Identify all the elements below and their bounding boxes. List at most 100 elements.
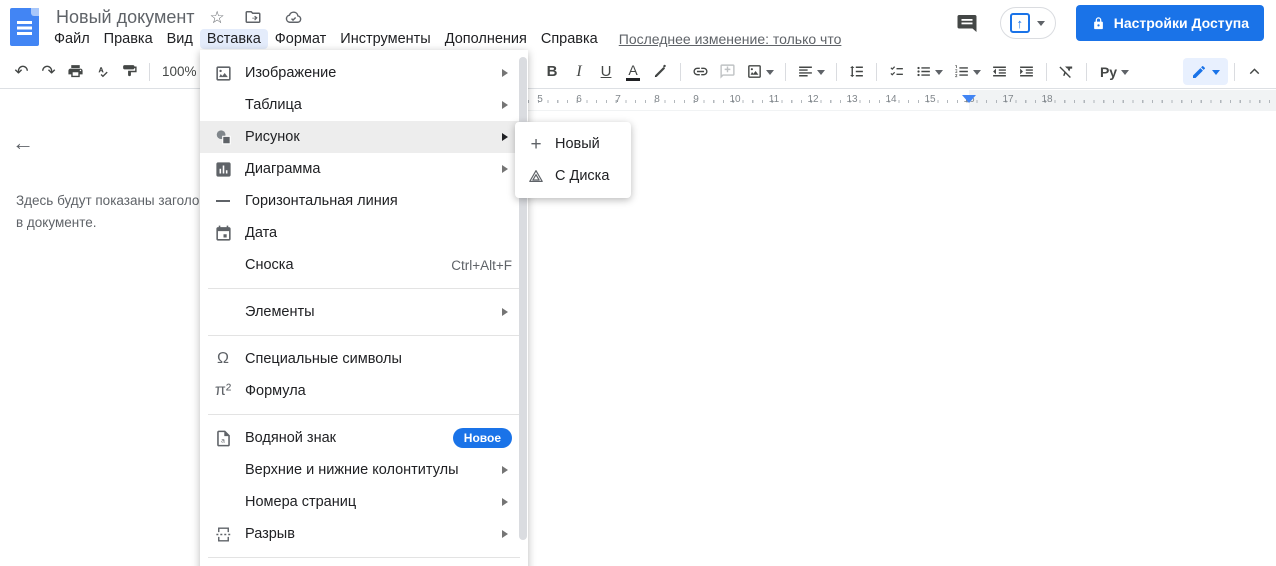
menu-item-drawing[interactable]: Рисунок <box>200 121 528 153</box>
menu-insert[interactable]: Вставка <box>199 29 268 49</box>
insert-image-icon[interactable] <box>741 59 779 85</box>
italic-button[interactable]: I <box>566 59 593 85</box>
checklist-icon[interactable] <box>883 59 910 85</box>
menu-tools[interactable]: Инструменты <box>333 29 437 49</box>
ruler-number: 14 <box>885 94 897 105</box>
omega-icon: Ω <box>217 350 229 367</box>
divider <box>149 62 150 81</box>
paint-format-icon[interactable] <box>116 59 143 85</box>
drawing-submenu: + Новый С Диска <box>515 122 631 198</box>
present-button[interactable]: ↑ <box>999 7 1056 39</box>
menu-item-chart[interactable]: Диаграмма <box>200 153 528 185</box>
menu-item-headers-footers[interactable]: Верхние и нижние колонтитулы <box>200 454 528 486</box>
new-badge: Новое <box>452 428 512 448</box>
ruler-number: 15 <box>924 94 936 105</box>
chevron-down-icon <box>816 69 825 79</box>
menu-item-horizontal-line[interactable]: Горизонтальная линия <box>200 185 528 217</box>
align-button[interactable] <box>792 59 830 85</box>
text-color-button[interactable]: A <box>620 59 647 85</box>
line-spacing-icon[interactable] <box>843 59 870 85</box>
menu-item-label: Изображение <box>245 65 337 81</box>
menu-separator <box>208 414 520 415</box>
menu-item-special-characters[interactable]: Ω Специальные символы <box>200 343 528 375</box>
menu-item-label: Сноска <box>245 257 294 273</box>
editing-mode-button[interactable] <box>1183 58 1228 85</box>
submenu-arrow-icon <box>502 165 512 173</box>
menu-item-label: Элементы <box>245 304 315 320</box>
move-to-folder-icon[interactable] <box>240 4 266 30</box>
spellcheck-icon[interactable] <box>89 59 116 85</box>
highlight-color-icon[interactable] <box>647 59 674 85</box>
submenu-arrow-icon <box>502 530 512 538</box>
header-right: ↑ Настройки Доступа <box>954 0 1264 46</box>
menu-format[interactable]: Формат <box>268 29 334 49</box>
menu-item-table[interactable]: Таблица <box>200 89 528 121</box>
insert-link-icon[interactable] <box>687 59 714 85</box>
decrease-indent-icon[interactable] <box>986 59 1013 85</box>
menu-item-date[interactable]: Дата <box>200 217 528 249</box>
chevron-down-icon <box>1121 69 1130 79</box>
image-icon <box>212 62 234 84</box>
ruler[interactable]: 5 6 7 8 9 10 11 12 13 14 15 16 17 18 <box>528 90 1276 111</box>
menu-view[interactable]: Вид <box>160 29 200 49</box>
bold-button[interactable]: B <box>539 59 566 85</box>
ruler-number: 11 <box>768 94 780 105</box>
docs-logo[interactable] <box>10 8 39 46</box>
divider <box>835 62 837 81</box>
menu-file[interactable]: Файл <box>47 29 97 49</box>
chevron-down-icon <box>972 69 981 79</box>
ruler-number: 13 <box>846 94 858 105</box>
numbered-list-button[interactable] <box>948 59 986 85</box>
clear-formatting-icon[interactable] <box>1053 59 1080 85</box>
input-tools-label: Ру <box>1099 63 1118 80</box>
last-edit-link[interactable]: Последнее изменение: только что <box>619 31 842 47</box>
close-outline-arrow-icon[interactable]: ← <box>12 130 34 156</box>
comments-icon[interactable] <box>954 10 980 36</box>
menu-item-equation[interactable]: π² Формула <box>200 375 528 407</box>
submenu-item-new[interactable]: + Новый <box>515 128 631 160</box>
divider <box>1234 62 1235 81</box>
menu-item-footnote[interactable]: Сноска Ctrl+Alt+F <box>200 249 528 281</box>
chevron-down-icon <box>765 69 774 79</box>
input-tools-button[interactable]: Ру <box>1093 59 1137 85</box>
menu-item-label: Горизонтальная линия <box>245 193 398 209</box>
underline-button[interactable]: U <box>593 59 620 85</box>
menu-item-watermark[interactable]: a Водяной знак Новое <box>200 422 528 454</box>
document-title[interactable]: Новый документ <box>56 7 195 28</box>
undo-icon[interactable]: ↶ <box>8 59 35 85</box>
calendar-icon <box>212 222 234 244</box>
submenu-arrow-icon <box>502 69 512 77</box>
shortcut-label: Ctrl+Alt+F <box>451 257 512 273</box>
menu-edit[interactable]: Правка <box>97 29 160 49</box>
redo-icon[interactable]: ↷ <box>35 59 62 85</box>
bulleted-list-button[interactable] <box>910 59 948 85</box>
toolbar: ↶ ↷ 100% B I U A Ру <box>0 55 1276 89</box>
menu-item-break[interactable]: Разрыв <box>200 518 528 550</box>
menu-addons[interactable]: Дополнения <box>438 29 534 49</box>
menu-item-building-blocks[interactable]: Элементы <box>200 296 528 328</box>
save-status-cloud-icon[interactable] <box>281 4 307 30</box>
menu-help[interactable]: Справка <box>534 29 605 49</box>
document-canvas[interactable] <box>528 112 1276 566</box>
increase-indent-icon[interactable] <box>1013 59 1040 85</box>
menu-item-label: Диаграмма <box>245 161 321 177</box>
logo-lines <box>17 21 32 35</box>
ruler-number: 8 <box>654 94 660 105</box>
zoom-select[interactable]: 100% <box>156 64 203 79</box>
collapse-toolbar-icon[interactable] <box>1241 59 1268 85</box>
divider <box>784 62 786 81</box>
menu-item-label: Номера страниц <box>245 494 357 510</box>
menu-item-label: Дата <box>245 225 278 241</box>
ruler-number: 17 <box>1002 94 1014 105</box>
menu-item-label: Формула <box>245 383 306 399</box>
submenu-item-from-drive[interactable]: С Диска <box>515 160 631 192</box>
print-icon[interactable] <box>62 59 89 85</box>
share-button[interactable]: Настройки Доступа <box>1075 5 1264 41</box>
right-indent-marker[interactable] <box>962 95 976 103</box>
chevron-down-icon <box>934 69 943 79</box>
menu-item-image[interactable]: Изображение <box>200 57 528 89</box>
submenu-arrow-icon <box>502 133 512 141</box>
star-icon[interactable]: ☆ <box>210 9 225 26</box>
drive-icon <box>527 165 545 187</box>
menu-item-page-numbers[interactable]: Номера страниц <box>200 486 528 518</box>
